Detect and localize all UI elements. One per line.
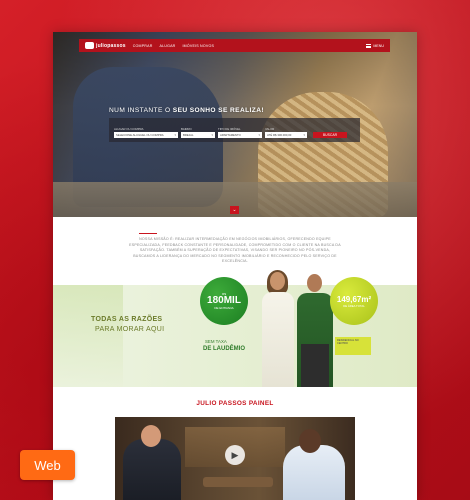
search-label: ALUGAR OU COMPRA — [114, 127, 144, 131]
menu-label: MENU — [373, 43, 384, 48]
search-field-bairro: BAIRRO BREJAL ▾ — [181, 127, 215, 138]
mission-text: NOSSA MISSÃO É: REALIZAR INTERMEDIAÇÃO E… — [129, 237, 341, 264]
search-label: BAIRRO — [181, 127, 192, 131]
menu-button[interactable]: MENU — [366, 43, 384, 48]
play-icon: ▶ — [231, 449, 239, 460]
play-button[interactable]: ▶ — [225, 445, 245, 465]
residencial-badge: RESIDENCIAL NO CENTRO — [335, 337, 371, 355]
area-value: 149,67m² — [336, 294, 372, 304]
search-field-valor: VALOR ATÉ R$ 300.000,00 ▾ — [265, 127, 307, 138]
headline-prefix: NUM INSTANTE O — [109, 107, 171, 114]
website-screenshot: juliopassos COMPRAR ALUGAR IMÓVEIS NOVOS… — [53, 32, 417, 500]
video-scene-man — [123, 439, 181, 500]
platform-badge: Web — [20, 450, 75, 480]
search-label: TIPO DE IMÓVEL — [218, 127, 241, 131]
banner-title-line1: TODAS AS RAZÕES — [91, 316, 163, 323]
divider — [139, 233, 157, 234]
bairro-select[interactable]: BREJAL ▾ — [181, 132, 215, 138]
chevron-down-icon: ▾ — [258, 133, 260, 137]
hero-headline: NUM INSTANTE O SEU SONHO SE REALIZA! — [109, 107, 264, 114]
logo-text: juliopassos — [96, 42, 126, 49]
banner-man — [293, 274, 337, 387]
video-scene-table — [203, 477, 273, 487]
woman-body — [262, 292, 294, 387]
painel-title: JULIO PASSOS PAINEL — [196, 400, 274, 407]
video-scene-woman — [283, 445, 345, 500]
banner-woman — [258, 270, 298, 387]
valor-select[interactable]: ATÉ R$ 300.000,00 ▾ — [265, 132, 307, 138]
chevron-down-icon: ▾ — [303, 133, 305, 137]
video-scene-woman-head — [299, 429, 321, 453]
property-search-form: ALUGAR OU COMPRA SELECIONE ALUGUEL OU CO… — [109, 118, 360, 142]
chevron-down-icon: ⌄ — [232, 207, 237, 213]
chevron-down-icon: ▾ — [174, 133, 176, 137]
select-value: SELECIONE ALUGUEL OU COMPRA — [116, 133, 164, 137]
tipo-imovel-select[interactable]: APARTAMENTO ▾ — [218, 132, 262, 138]
logo-icon — [85, 42, 94, 49]
alugar-comprar-select[interactable]: SELECIONE ALUGUEL OU COMPRA ▾ — [114, 132, 178, 138]
banner-title-line2: PARA MORAR AQUI — [95, 326, 165, 333]
video-scene-man-head — [141, 425, 161, 447]
search-field-imovel: TIPO DE IMÓVEL APARTAMENTO ▾ — [218, 127, 262, 138]
nav-link-alugar[interactable]: ALUGAR — [160, 44, 176, 48]
logo[interactable]: juliopassos — [85, 42, 126, 49]
banner-foliage — [53, 285, 123, 387]
price-note: DE ENTRADA — [214, 306, 234, 310]
select-value: APARTAMENTO — [220, 133, 241, 137]
no-fee-line2: DE LAUDÊMIO — [203, 346, 245, 352]
man-head — [307, 274, 322, 292]
hamburger-icon — [366, 43, 372, 48]
chevron-down-icon: ▾ — [211, 133, 213, 137]
woman-head — [270, 272, 285, 290]
price-value: 180MIL — [207, 295, 241, 306]
man-pants — [301, 344, 329, 387]
search-field-tipo: ALUGAR OU COMPRA SELECIONE ALUGUEL OU CO… — [114, 127, 178, 138]
headline-highlight: SEU SONHO SE REALIZA! — [172, 107, 264, 114]
hero-section: juliopassos COMPRAR ALUGAR IMÓVEIS NOVOS… — [53, 32, 417, 217]
nav-link-imoveis-novos[interactable]: IMÓVEIS NOVOS — [182, 44, 214, 48]
nav-link-comprar[interactable]: COMPRAR — [133, 44, 153, 48]
area-circle: 149,67m² DE ÁREA TOTAL — [330, 277, 378, 325]
search-button[interactable]: BUSCAR — [313, 132, 347, 138]
price-circle: R$ 180MIL DE ENTRADA — [200, 277, 248, 325]
video-player[interactable]: ▶ — [115, 417, 355, 500]
area-note: DE ÁREA TOTAL — [343, 303, 365, 308]
search-label: VALOR — [265, 127, 275, 131]
no-fee-line1: SEM TAXA — [205, 339, 227, 344]
select-value: BREJAL — [183, 133, 194, 137]
select-value: ATÉ R$ 300.000,00 — [267, 133, 292, 137]
scroll-down-button[interactable]: ⌄ — [230, 206, 239, 214]
top-navbar: juliopassos COMPRAR ALUGAR IMÓVEIS NOVOS… — [79, 39, 390, 52]
